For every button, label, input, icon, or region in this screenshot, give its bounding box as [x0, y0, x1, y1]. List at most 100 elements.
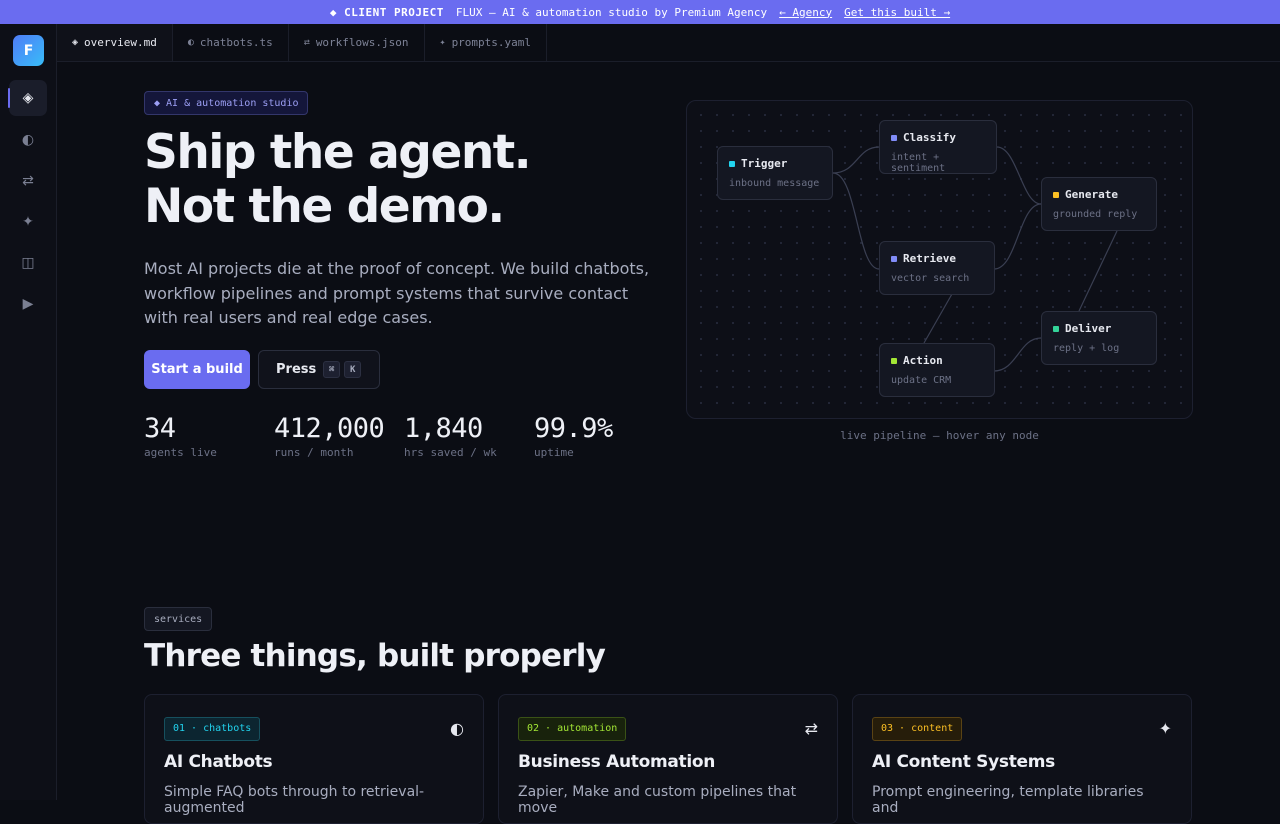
tab-label: overview.md	[84, 36, 157, 49]
chatbots-icon: ◐	[450, 719, 464, 738]
k-key: K	[344, 361, 362, 379]
card-title: AI Chatbots	[164, 751, 273, 772]
panels-icon: ◫	[21, 255, 35, 271]
node-title: Classify	[903, 131, 956, 144]
node-title: Generate	[1065, 188, 1118, 201]
file-tabs: ◈ overview.md ◐ chatbots.ts ⇄ workflows.jso…	[57, 24, 1280, 62]
agency-link[interactable]: ← Agency	[779, 6, 832, 19]
stat-value: 412,000	[274, 413, 385, 444]
press-label: Press	[276, 362, 317, 377]
node-dot	[1053, 191, 1059, 198]
sparkle-icon: ✦	[1158, 719, 1172, 738]
connector-retrieve-generate	[993, 203, 1042, 270]
node-dot	[729, 160, 735, 167]
tab-label: chatbots.ts	[199, 36, 273, 49]
sidebar-item-workflows[interactable]: ⇄	[9, 163, 47, 199]
stat-hours: 1,840 hrs saved / wk	[404, 413, 497, 459]
tab-label: prompts.yaml	[451, 36, 532, 49]
node-title: Retrieve	[903, 252, 956, 265]
tab-prompts[interactable]: ✦ prompts.yaml	[425, 24, 548, 61]
tab-chatbots[interactable]: ◐ chatbots.ts	[173, 24, 289, 61]
node-trigger[interactable]: Trigger inbound message	[717, 146, 833, 200]
node-dot	[891, 357, 897, 364]
stat-label: hrs saved / wk	[404, 446, 497, 459]
prompts-icon: ✦	[22, 214, 34, 230]
logo[interactable]: F	[13, 35, 44, 66]
hero-pill: ◆ AI & automation studio	[144, 91, 309, 115]
connector-action-deliver	[993, 337, 1042, 372]
tab-label: workflows.json	[315, 36, 409, 49]
hero-lede: Most AI projects die at the proof of con…	[144, 259, 650, 327]
pipeline-diagram: Trigger inbound message Classify intent …	[686, 100, 1193, 419]
connector-retrieve-action	[923, 293, 953, 344]
node-sub: vector search	[891, 273, 970, 284]
card-tag: 01 · chatbots	[164, 716, 261, 741]
node-sub: reply + log	[1053, 343, 1120, 354]
node-sub: intent + sentiment	[891, 152, 946, 174]
service-card-automation[interactable]: 02 · automation ⇄ Business Automation Za…	[498, 694, 838, 824]
connector-generate-deliver	[1078, 230, 1118, 312]
connector-trigger-retrieve	[832, 172, 880, 270]
start-build-button[interactable]: Start a build	[144, 350, 250, 389]
hero-pill-label: AI & automation studio	[166, 97, 299, 109]
stat-value: 1,840	[404, 413, 483, 444]
workflows-icon: ⇄	[804, 719, 818, 738]
banner-text: FLUX — AI & automation studio by Premium…	[455, 5, 768, 19]
connector-classify-generate	[996, 146, 1042, 205]
prompts-tab-icon: ✦	[439, 37, 446, 48]
node-action[interactable]: Action update CRM	[879, 343, 995, 397]
node-classify[interactable]: Classify intent + sentiment	[879, 120, 997, 174]
node-retrieve[interactable]: Retrieve vector search	[879, 241, 995, 295]
service-card-chatbots[interactable]: 01 · chatbots ◐ AI Chatbots Simple FAQ b…	[144, 694, 484, 824]
node-title: Action	[903, 354, 943, 367]
node-deliver[interactable]: Deliver reply + log	[1041, 311, 1157, 365]
stat-agents: 34 agents live	[144, 413, 217, 459]
chatbots-icon: ◐	[21, 132, 35, 148]
sidebar-item-prompts[interactable]: ✦	[9, 204, 47, 240]
stat-label: agents live	[144, 446, 217, 459]
sidebar-item-panels[interactable]: ◫	[9, 245, 47, 281]
node-dot	[1053, 325, 1059, 332]
diamond-icon: ◆	[154, 97, 161, 109]
tab-workflows[interactable]: ⇄ workflows.json	[289, 24, 425, 61]
node-title: Trigger	[741, 157, 788, 170]
workflows-icon: ⇄	[22, 173, 34, 189]
node-sub: inbound message	[729, 178, 820, 189]
card-title: AI Content Systems	[872, 751, 1055, 772]
card-tag: 03 · content	[872, 716, 963, 741]
pipeline-caption: live pipeline — hover any node	[840, 429, 1039, 442]
sidebar-item-run[interactable]: ▶	[9, 286, 47, 322]
stat-runs: 412,000 runs / month	[274, 413, 385, 459]
connector-trigger-classify	[832, 146, 880, 174]
banner-label: ◆ CLIENT PROJECT	[329, 5, 444, 19]
stat-value: 99.9%	[534, 413, 613, 444]
workflows-tab-icon: ⇄	[303, 37, 310, 48]
node-sub: grounded reply	[1053, 209, 1138, 220]
stat-uptime: 99.9% uptime	[534, 413, 613, 459]
service-card-content[interactable]: 03 · content ✦ AI Content Systems Prompt…	[852, 694, 1192, 824]
get-built-link[interactable]: Get this built →	[844, 6, 950, 19]
services-pill: services	[144, 607, 213, 631]
command-palette-button[interactable]: Press ⌘ K	[258, 350, 380, 389]
sidebar-item-chatbots[interactable]: ◐	[9, 122, 47, 158]
overview-tab-icon: ◈	[72, 37, 79, 48]
overview-icon: ◈	[22, 90, 34, 106]
stat-value: 34	[144, 413, 176, 444]
node-title: Deliver	[1065, 322, 1112, 335]
top-banner: ◆ CLIENT PROJECT FLUX — AI & automation …	[0, 0, 1280, 24]
card-title: Business Automation	[518, 751, 716, 772]
tab-overview[interactable]: ◈ overview.md	[57, 24, 173, 61]
stat-label: uptime	[534, 446, 574, 459]
hero-title-line2: Not the demo.	[144, 179, 505, 234]
node-sub: update CRM	[891, 375, 952, 386]
services-title: Three things, built properly	[144, 638, 606, 674]
hero-title-line1: Ship the agent.	[144, 125, 532, 180]
command-key: ⌘	[323, 361, 341, 379]
hero-title: Ship the agent. Not the demo.	[144, 125, 532, 234]
sidebar: F ◈ ◐ ⇄ ✦ ◫ ▶	[0, 24, 57, 800]
chatbots-tab-icon: ◐	[187, 37, 194, 48]
node-generate[interactable]: Generate grounded reply	[1041, 177, 1157, 231]
node-dot	[891, 255, 897, 262]
sidebar-item-overview[interactable]: ◈	[8, 80, 47, 116]
run-icon: ▶	[22, 296, 34, 312]
